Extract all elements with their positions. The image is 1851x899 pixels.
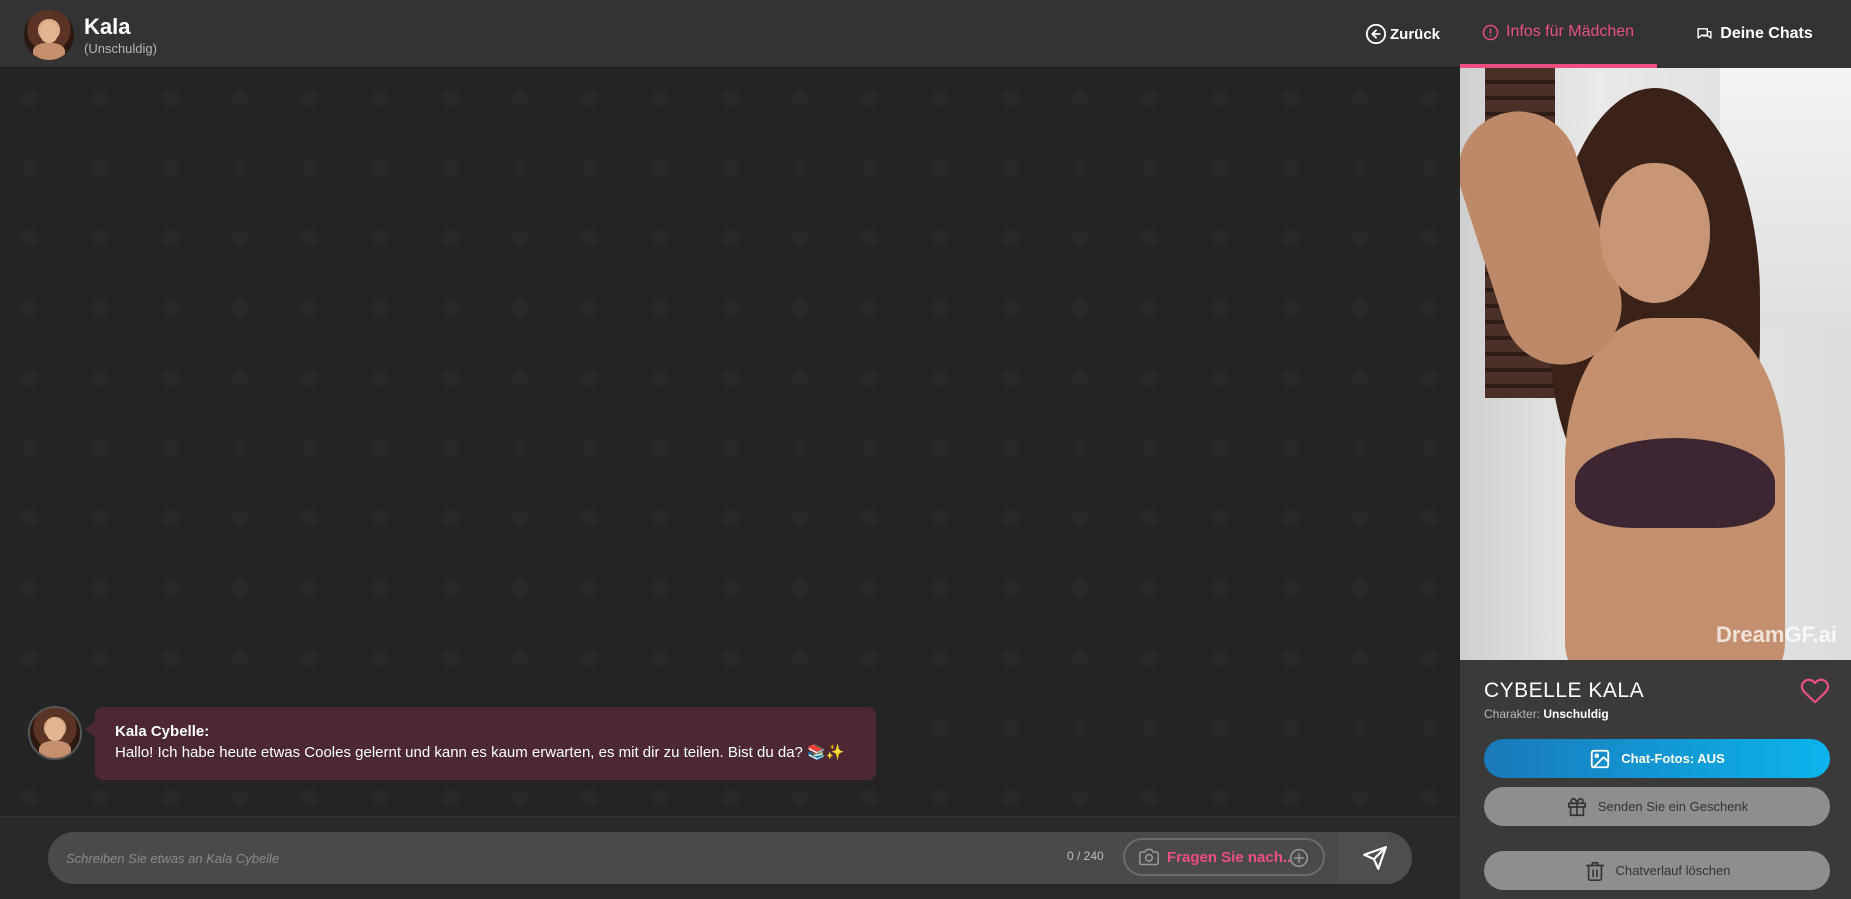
- ask-label: Fragen Sie nach..: [1167, 848, 1292, 866]
- photo-watermark: DreamGF.ai: [1715, 622, 1837, 647]
- composer-bar: 0 / 240 Fragen Sie nach..: [0, 816, 1460, 899]
- message-sender: Kala Cybelle:: [115, 723, 210, 740]
- gift-icon: [1567, 797, 1586, 816]
- image-icon: [1591, 749, 1610, 768]
- chat-photos-label: Chat-Fotos: AUS: [1621, 751, 1725, 766]
- trash-icon: [1585, 861, 1604, 881]
- profile-panel: Infos für Mädchen Deine Chats DreamGF.ai…: [1460, 0, 1851, 899]
- tab-your-chats-label: Deine Chats: [1720, 25, 1813, 42]
- tab-your-chats[interactable]: Deine Chats: [1657, 0, 1851, 68]
- message-avatar: [28, 706, 82, 760]
- character-label: Charakter:: [1484, 707, 1541, 721]
- tab-girl-info-label: Infos für Mädchen: [1506, 23, 1635, 40]
- app: Kala (Unschuldig) Zurück Kala Cybelle: H…: [0, 0, 1851, 899]
- ask-for-photo-button[interactable]: Fragen Sie nach..: [1123, 838, 1325, 876]
- character-value: Unschuldig: [1543, 707, 1609, 721]
- send-gift-label: Senden Sie ein Geschenk: [1597, 799, 1749, 814]
- profile-character: Charakter: Unschuldig: [1484, 707, 1609, 721]
- panel-tabs: Infos für Mädchen Deine Chats: [1460, 0, 1851, 68]
- plus-circle-icon: [1289, 848, 1309, 868]
- photo-head: [1600, 163, 1710, 303]
- back-arrow-icon: [1365, 23, 1387, 45]
- tab-girl-info[interactable]: Infos für Mädchen: [1460, 0, 1657, 68]
- profile-photo[interactable]: DreamGF.ai: [1460, 68, 1851, 660]
- avatar-body: [33, 43, 65, 60]
- chat-photos-toggle[interactable]: Chat-Fotos: AUS: [1484, 739, 1830, 778]
- send-icon: [1363, 846, 1387, 870]
- char-counter: 0 / 240: [1067, 849, 1104, 863]
- composer: 0 / 240 Fragen Sie nach..: [48, 832, 1412, 884]
- heart-icon[interactable]: [1800, 676, 1830, 706]
- avatar[interactable]: [24, 10, 74, 60]
- clear-history-button[interactable]: Chatverlauf löschen: [1484, 851, 1830, 890]
- info-icon: [1482, 24, 1499, 40]
- message-input[interactable]: [66, 832, 1066, 884]
- send-gift-button[interactable]: Senden Sie ein Geschenk: [1484, 787, 1830, 826]
- profile-name: CYBELLE KALA: [1484, 679, 1645, 702]
- avatar-face: [46, 719, 64, 741]
- message-text: Hallo! Ich habe heute etwas Cooles geler…: [115, 744, 845, 761]
- chats-icon: [1697, 27, 1712, 39]
- message-list[interactable]: [0, 68, 1460, 816]
- avatar-face: [40, 21, 58, 43]
- chat-partner-name: Kala: [84, 14, 131, 39]
- chat-header: Kala (Unschuldig) Zurück: [0, 0, 1460, 68]
- send-button[interactable]: [1338, 832, 1412, 884]
- avatar-body: [39, 741, 71, 758]
- back-label: Zurück: [1390, 25, 1441, 43]
- chat-partner-character: (Unschuldig): [84, 41, 157, 56]
- camera-icon: [1139, 848, 1159, 866]
- photo-garment: [1575, 438, 1775, 528]
- chat-column: Kala (Unschuldig) Zurück Kala Cybelle: H…: [0, 0, 1460, 899]
- clear-history-label: Chatverlauf löschen: [1615, 863, 1731, 878]
- message-bubble: Kala Cybelle: Hallo! Ich habe heute etwa…: [85, 707, 876, 780]
- back-button[interactable]: Zurück: [1365, 22, 1440, 46]
